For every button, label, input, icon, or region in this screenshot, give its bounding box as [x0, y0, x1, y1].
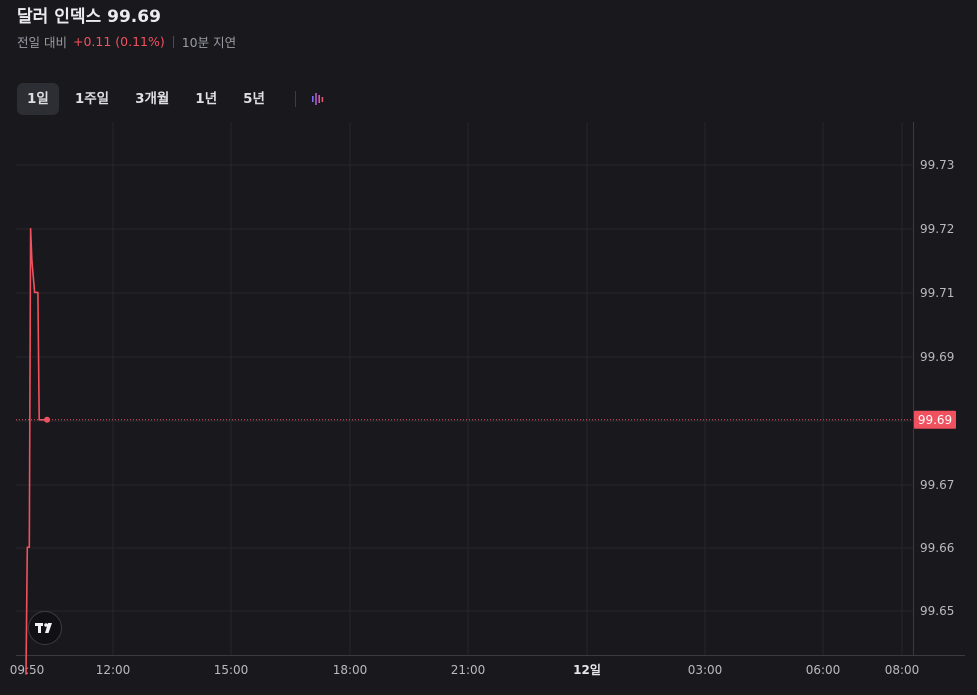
divider: [172, 35, 174, 48]
x-tick-label: 03:00: [688, 663, 723, 677]
tab-3m[interactable]: 3개월: [125, 83, 179, 115]
last-price-dot: [44, 416, 51, 423]
change-value: +0.11 (0.11%): [72, 34, 165, 49]
price-series-line: [25, 227, 48, 675]
tab-1y[interactable]: 1년: [185, 83, 227, 115]
y-tick-label: 99.72: [920, 222, 954, 236]
tab-5y[interactable]: 5년: [233, 83, 275, 115]
x-tick-label: 15:00: [214, 663, 249, 677]
y-tick-label: 99.71: [920, 286, 954, 300]
tabs-divider: [294, 91, 296, 107]
current-price: 99.69: [107, 7, 161, 27]
x-tick-label: 12:00: [96, 663, 131, 677]
x-tick-label: 21:00: [451, 663, 486, 677]
x-tick-label: 18:00: [333, 663, 368, 677]
change-row: 전일 대비 +0.11 (0.11%) 10분 지연: [17, 32, 236, 51]
instrument-name: 달러 인덱스: [17, 7, 102, 27]
y-tick-label: 99.65: [920, 604, 954, 618]
tab-1w[interactable]: 1주일: [65, 83, 119, 115]
y-tick-label: 99.67: [920, 478, 954, 492]
tab-1d[interactable]: 1일: [17, 83, 59, 115]
change-label: 전일 대비: [17, 35, 67, 50]
tradingview-logo-icon[interactable]: [28, 611, 62, 645]
candlestick-chart-icon[interactable]: [308, 83, 328, 115]
y-tick-label: 99.66: [920, 541, 954, 555]
delay-note: 10분 지연: [181, 35, 237, 50]
x-tick-label: 08:00: [885, 663, 920, 677]
x-tick-label: 06:00: [806, 663, 841, 677]
instrument-title-row: 달러 인덱스 99.69: [17, 2, 161, 27]
x-tick-label: 12일: [573, 663, 601, 677]
x-tick-label: 09:50: [10, 663, 45, 677]
price-chart: 99.73 99.72 99.71 99.69 99.67 99.66 99.65 09:50…: [10, 122, 965, 677]
y-tick-label: 99.73: [920, 158, 954, 172]
period-tabs: 1일 1주일 3개월 1년 5년: [17, 83, 328, 115]
last-price-badge-label: 99.69: [918, 413, 952, 427]
y-tick-label: 99.69: [920, 350, 954, 364]
